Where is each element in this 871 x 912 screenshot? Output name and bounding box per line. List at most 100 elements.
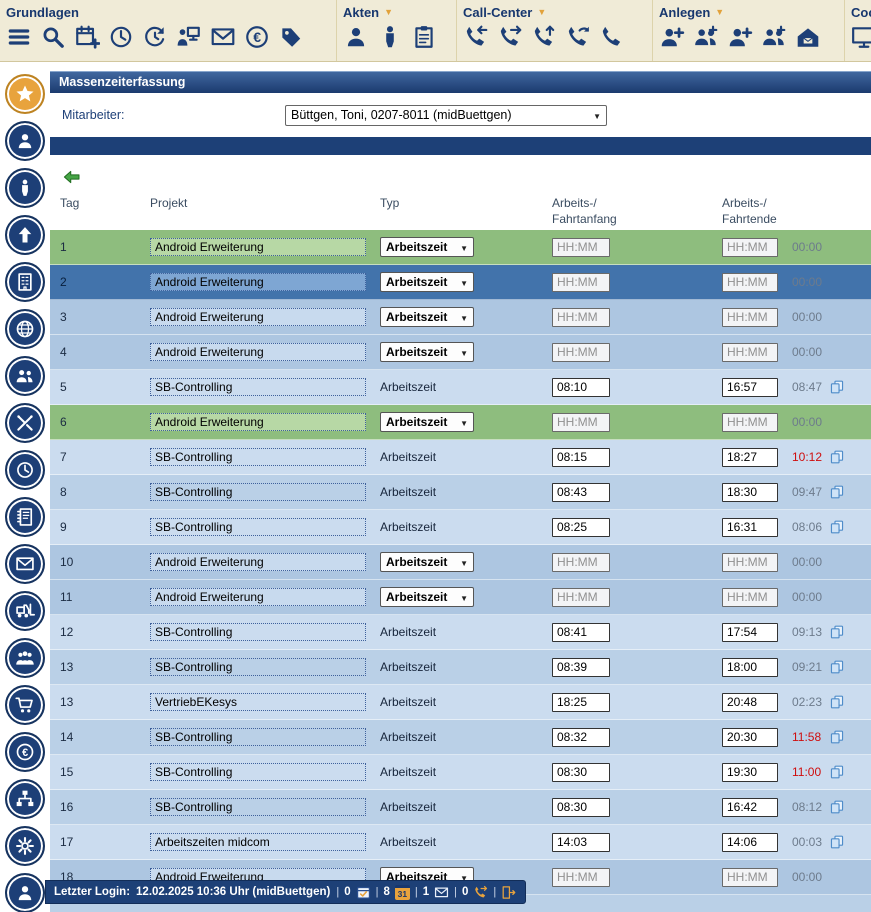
sidebar-item-settings[interactable]: [5, 826, 45, 866]
typ-select[interactable]: Arbeitszeit: [380, 307, 474, 327]
typ-select[interactable]: Arbeitszeit: [380, 237, 474, 257]
home-mail-icon[interactable]: [795, 24, 821, 50]
start-input[interactable]: [552, 447, 610, 467]
calendar-task-icon[interactable]: [356, 885, 371, 900]
end-input[interactable]: [722, 517, 778, 537]
menu-label[interactable]: Coc: [851, 5, 871, 20]
menu-label[interactable]: Call-Center: [463, 5, 532, 20]
end-input[interactable]: [722, 762, 778, 782]
phone-left-icon[interactable]: [463, 24, 489, 50]
project-input[interactable]: [150, 378, 366, 396]
calendar-31-icon[interactable]: 31: [394, 884, 410, 900]
start-input[interactable]: [552, 832, 610, 852]
project-input[interactable]: [150, 238, 366, 256]
copy-icon[interactable]: [830, 624, 844, 640]
project-input[interactable]: [150, 308, 366, 326]
sidebar-item-internet[interactable]: [5, 309, 45, 349]
phone-rotate-icon[interactable]: [565, 24, 591, 50]
start-input[interactable]: [552, 377, 610, 397]
end-input[interactable]: [722, 727, 778, 747]
mail-icon[interactable]: [434, 885, 449, 900]
handset-icon[interactable]: [599, 24, 625, 50]
end-input[interactable]: [722, 552, 778, 572]
sidebar-item-organization[interactable]: [5, 779, 45, 819]
sidebar-item-favorites[interactable]: [5, 74, 45, 114]
end-input[interactable]: [722, 692, 778, 712]
search-icon[interactable]: [40, 24, 66, 50]
end-input[interactable]: [722, 412, 778, 432]
back-arrow-icon[interactable]: [58, 168, 85, 186]
project-input[interactable]: [150, 623, 366, 641]
end-input[interactable]: [722, 622, 778, 642]
start-input[interactable]: [552, 412, 610, 432]
end-input[interactable]: [722, 482, 778, 502]
project-input[interactable]: [150, 693, 366, 711]
menu-label[interactable]: Akten: [343, 5, 379, 20]
tag-icon[interactable]: [278, 24, 304, 50]
person-icon[interactable]: [343, 24, 369, 50]
phone-right-icon[interactable]: [497, 24, 523, 50]
sidebar-item-services[interactable]: [5, 403, 45, 443]
logout-icon[interactable]: [501, 885, 516, 900]
project-input[interactable]: [150, 553, 366, 571]
calendar-add-icon[interactable]: [74, 24, 100, 50]
sidebar-item-more[interactable]: [5, 873, 45, 912]
group-add-icon[interactable]: [693, 24, 719, 50]
group-add-icon[interactable]: [761, 24, 787, 50]
project-input[interactable]: [150, 518, 366, 536]
project-input[interactable]: [150, 833, 366, 851]
clock-icon[interactable]: [108, 24, 134, 50]
copy-icon[interactable]: [830, 449, 844, 465]
start-input[interactable]: [552, 692, 610, 712]
end-input[interactable]: [722, 377, 778, 397]
sidebar-item-documents[interactable]: [5, 497, 45, 537]
menu-label[interactable]: Anlegen: [659, 5, 710, 20]
start-input[interactable]: [552, 727, 610, 747]
sidebar-item-messages[interactable]: [5, 544, 45, 584]
euro-icon[interactable]: €: [244, 24, 270, 50]
start-input[interactable]: [552, 237, 610, 257]
typ-select[interactable]: Arbeitszeit: [380, 342, 474, 362]
project-input[interactable]: [150, 483, 366, 501]
copy-icon[interactable]: [830, 764, 844, 780]
start-input[interactable]: [552, 762, 610, 782]
start-input[interactable]: [552, 552, 610, 572]
end-input[interactable]: [722, 867, 778, 887]
project-input[interactable]: [150, 448, 366, 466]
project-input[interactable]: [150, 658, 366, 676]
project-input[interactable]: [150, 798, 366, 816]
mitarbeiter-select[interactable]: Büttgen, Toni, 0207-8011 (midBuettgen): [285, 104, 607, 126]
sidebar-item-time-tracking[interactable]: [5, 450, 45, 490]
project-input[interactable]: [150, 763, 366, 781]
end-input[interactable]: [722, 657, 778, 677]
copy-icon[interactable]: [830, 799, 844, 815]
start-input[interactable]: [552, 307, 610, 327]
sidebar-item-shop[interactable]: [5, 685, 45, 725]
typ-select[interactable]: Arbeitszeit: [380, 412, 474, 432]
project-input[interactable]: [150, 413, 366, 431]
end-input[interactable]: [722, 797, 778, 817]
project-input[interactable]: [150, 588, 366, 606]
sidebar-item-upload[interactable]: [5, 215, 45, 255]
sidebar-item-personnel[interactable]: [5, 356, 45, 396]
copy-icon[interactable]: [830, 729, 844, 745]
menu-label[interactable]: Grundlagen: [6, 5, 79, 20]
person-add-icon[interactable]: [727, 24, 753, 50]
sidebar-item-finance[interactable]: €: [5, 732, 45, 772]
start-input[interactable]: [552, 797, 610, 817]
monitor-icon[interactable]: [851, 24, 871, 50]
start-input[interactable]: [552, 482, 610, 502]
typ-select[interactable]: Arbeitszeit: [380, 552, 474, 572]
copy-icon[interactable]: [830, 659, 844, 675]
mail-icon[interactable]: [210, 24, 236, 50]
workstation-icon[interactable]: [176, 24, 202, 50]
typ-select[interactable]: Arbeitszeit: [380, 272, 474, 292]
copy-icon[interactable]: [830, 694, 844, 710]
end-input[interactable]: [722, 587, 778, 607]
copy-icon[interactable]: [830, 519, 844, 535]
end-input[interactable]: [722, 272, 778, 292]
sidebar-item-teams[interactable]: [5, 638, 45, 678]
end-input[interactable]: [722, 832, 778, 852]
start-input[interactable]: [552, 587, 610, 607]
sidebar-item-logistics[interactable]: [5, 591, 45, 631]
